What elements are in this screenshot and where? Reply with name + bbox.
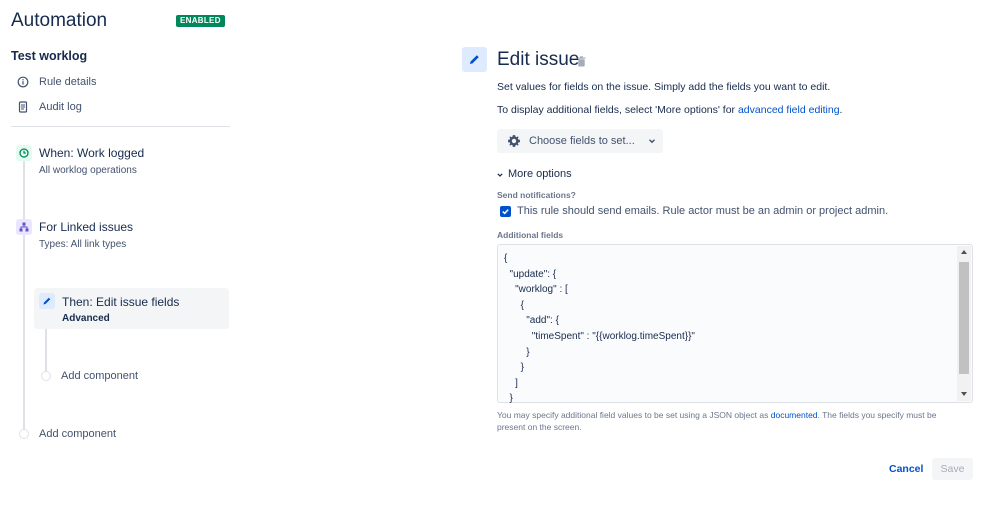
- additional-fields-editor[interactable]: { "update": { "worklog" : [ { "add": { "…: [497, 244, 973, 404]
- trash-icon[interactable]: [577, 54, 586, 72]
- sidebar-item-audit-log[interactable]: Audit log: [17, 101, 82, 113]
- sidebar-item-rule-details[interactable]: Rule details: [17, 76, 96, 88]
- app-title: Automation: [11, 10, 108, 31]
- more-fields-hint: To display additional fields, select 'Mo…: [497, 104, 842, 116]
- save-button[interactable]: Save: [932, 458, 973, 480]
- info-icon: [17, 76, 29, 88]
- clock-icon: [16, 145, 32, 161]
- trigger-subtitle: All worklog operations: [39, 165, 137, 176]
- cancel-button[interactable]: Cancel: [883, 458, 929, 480]
- advanced-field-editing-link[interactable]: advanced field editing: [738, 104, 840, 116]
- chevron-down-icon: [496, 170, 504, 178]
- timeline-line: [23, 160, 25, 432]
- trigger-title[interactable]: When: Work logged: [39, 146, 144, 160]
- additional-fields-label: Additional fields: [497, 230, 564, 240]
- scroll-thumb[interactable]: [959, 262, 969, 374]
- additional-fields-json[interactable]: { "update": { "worklog" : [ { "add": { "…: [504, 251, 695, 407]
- chevron-down-icon: [647, 136, 657, 146]
- add-component-dot: [41, 371, 51, 381]
- choose-fields-label: Choose fields to set...: [529, 135, 635, 147]
- action-title[interactable]: Then: Edit issue fields: [62, 295, 179, 309]
- add-component-button-branch[interactable]: Add component: [61, 370, 138, 382]
- rule-name: Test worklog: [11, 49, 88, 63]
- sidebar-item-label: Audit log: [39, 101, 82, 113]
- send-emails-checkbox[interactable]: [500, 206, 511, 217]
- more-options-label: More options: [508, 168, 572, 180]
- check-icon: [502, 209, 509, 215]
- add-component-dot: [19, 429, 29, 439]
- more-options-toggle[interactable]: More options: [496, 168, 572, 180]
- scroll-up-arrow-icon[interactable]: [961, 250, 967, 254]
- pencil-icon: [39, 293, 55, 309]
- documented-link[interactable]: documented: [771, 410, 818, 420]
- choose-fields-button[interactable]: Choose fields to set...: [497, 129, 663, 153]
- help-text-start: You may specify additional field values …: [497, 410, 771, 420]
- document-icon: [17, 101, 29, 113]
- sidebar-item-label: Rule details: [39, 76, 97, 88]
- send-notifications-label: Send notifications?: [497, 190, 576, 200]
- branch-title[interactable]: For Linked issues: [39, 220, 133, 234]
- branch-subtitle: Types: All link types: [39, 239, 127, 250]
- sidebar-divider: [11, 126, 230, 127]
- more-fields-text: To display additional fields, select 'Mo…: [497, 104, 738, 116]
- editor-scrollbar[interactable]: [957, 246, 971, 401]
- send-emails-checkbox-label[interactable]: This rule should send emails. Rule actor…: [517, 205, 888, 217]
- pencil-icon: [462, 47, 487, 72]
- panel-description: Set values for fields on the issue. Simp…: [497, 81, 831, 93]
- scroll-down-arrow-icon[interactable]: [961, 392, 967, 396]
- add-component-button[interactable]: Add component: [39, 428, 116, 440]
- more-fields-end: .: [839, 104, 843, 116]
- hierarchy-icon: [16, 219, 32, 235]
- action-subtitle: Advanced: [62, 313, 110, 324]
- additional-fields-help: You may specify additional field values …: [497, 409, 967, 433]
- gear-icon: [507, 134, 521, 148]
- panel-title: Edit issue: [497, 49, 580, 70]
- enabled-status-badge[interactable]: ENABLED: [176, 15, 225, 27]
